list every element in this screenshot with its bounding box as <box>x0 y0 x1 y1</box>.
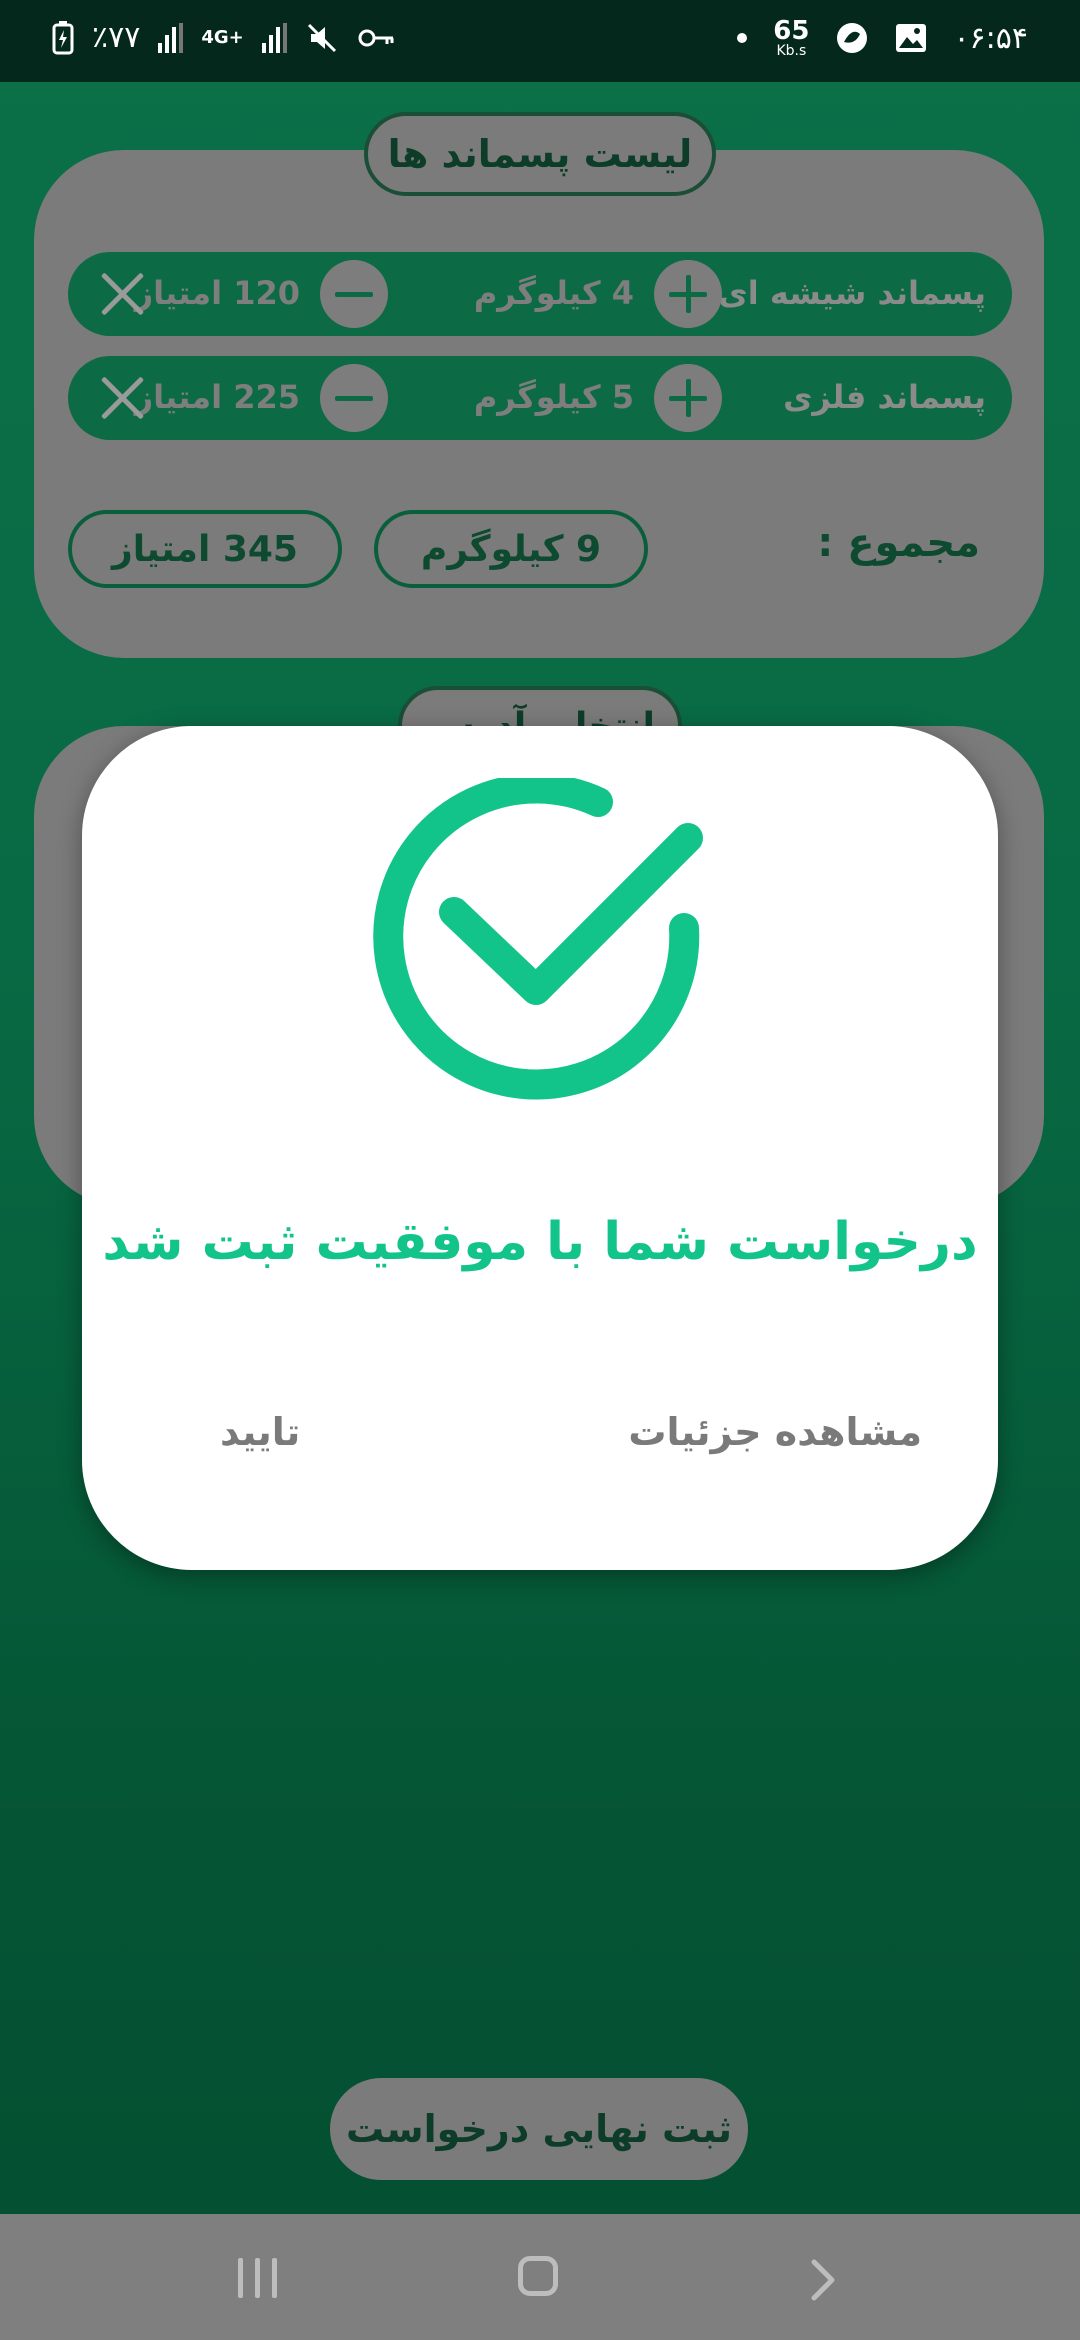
back-icon[interactable] <box>800 2258 844 2302</box>
signal-icon-2 <box>261 22 287 53</box>
home-icon[interactable] <box>518 2256 558 2296</box>
waste-item-weight: 5 کیلوگرم <box>473 378 634 416</box>
battery-charging-icon <box>52 20 74 54</box>
submit-request-button[interactable]: ثبت نهایی درخواست <box>330 2078 748 2180</box>
speed-value: 65 <box>773 16 810 46</box>
minus-icon[interactable] <box>320 364 388 432</box>
mute-icon <box>307 23 336 52</box>
recent-apps-icon[interactable] <box>238 2258 277 2298</box>
confirm-button[interactable]: تایید <box>220 1410 300 1454</box>
network-speed: 65 Kb.s <box>773 18 809 58</box>
success-message: درخواست شما با موفقیت ثبت شد <box>102 1212 978 1272</box>
plus-icon[interactable] <box>654 364 722 432</box>
waste-list-title: لیست پسماند ها <box>364 112 716 196</box>
time: ۰۶:۵۴ <box>953 20 1028 56</box>
status-bar: ٪۷۷ 4G+ ۰۶:۵۴ 65 Kb.s <box>0 0 1080 82</box>
close-icon[interactable] <box>98 270 146 318</box>
success-dialog: درخواست شما با موفقیت ثبت شد مشاهده جزئی… <box>82 726 998 1570</box>
network-type: 4G+ <box>201 27 244 48</box>
image-icon <box>896 24 927 52</box>
total-label: مجموع : <box>817 520 980 566</box>
view-details-button[interactable]: مشاهده جزئیات <box>628 1410 922 1454</box>
check-circle-icon <box>373 778 703 1100</box>
vpn-key-icon <box>358 29 394 46</box>
total-points-badge: 345 امتیاز <box>68 510 342 588</box>
app-notification-icon <box>837 23 868 53</box>
signal-icon <box>158 22 184 53</box>
waste-item-row: پسماند فلزی 5 کیلوگرم 225 امتیاز <box>68 356 1012 440</box>
total-weight-badge: 9 کیلوگرم <box>374 510 648 588</box>
waste-item-name: پسماند شیشه ای <box>718 274 986 312</box>
waste-item-weight: 4 کیلوگرم <box>473 274 634 312</box>
speed-unit: Kb.s <box>776 43 807 59</box>
waste-item-row: پسماند شیشه ای 4 کیلوگرم 120 امتیاز <box>68 252 1012 336</box>
waste-item-name: پسماند فلزی <box>783 378 986 416</box>
plus-icon[interactable] <box>654 260 722 328</box>
navigation-bar <box>0 2214 1080 2340</box>
waste-item-points: 120 امتیاز <box>134 274 300 312</box>
waste-item-points: 225 امتیاز <box>134 378 300 416</box>
close-icon[interactable] <box>98 374 146 422</box>
dot-icon <box>737 33 748 43</box>
minus-icon[interactable] <box>320 260 388 328</box>
battery-percent: ٪۷۷ <box>92 20 141 55</box>
